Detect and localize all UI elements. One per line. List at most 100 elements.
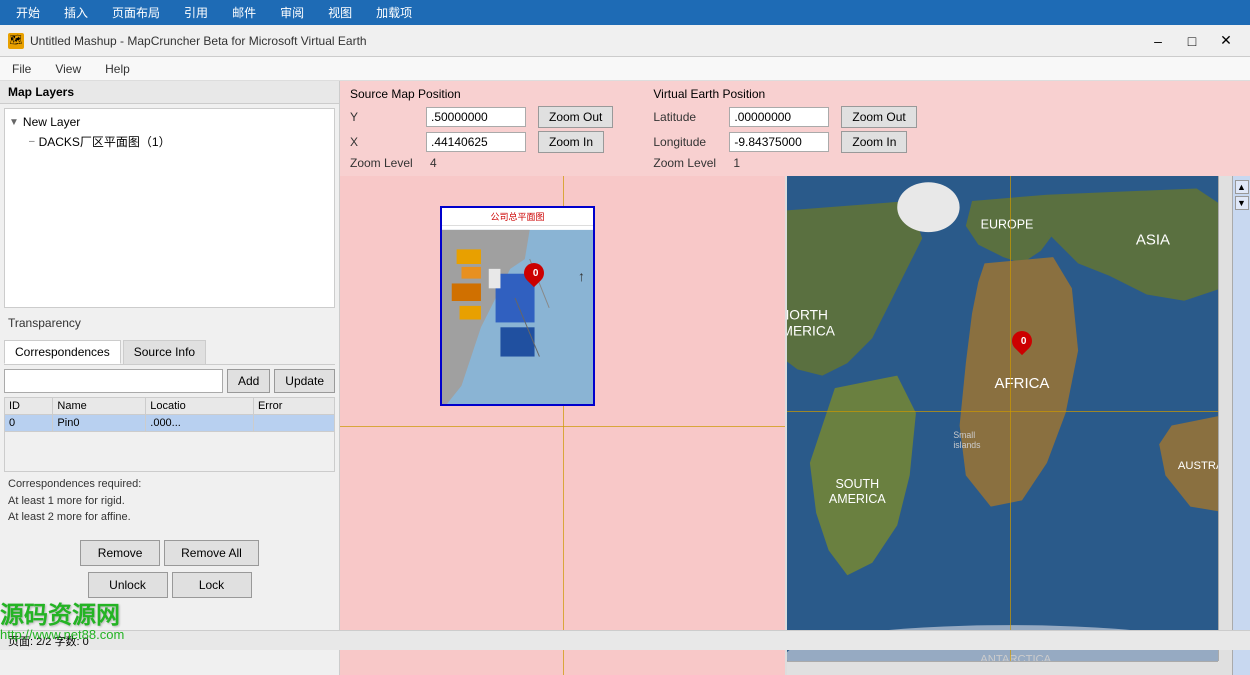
unlock-button[interactable]: Unlock — [88, 572, 168, 598]
right-sidebar: ▲ ▼ — [1232, 176, 1250, 675]
arrow-indicator: ↑ — [578, 268, 585, 284]
source-x-input[interactable] — [426, 132, 526, 152]
layers-tree[interactable]: ▼ New Layer – DACKS厂区平面图（1） — [4, 108, 335, 308]
lat-input[interactable] — [729, 107, 829, 127]
map-thumbnail[interactable]: 公司总平面图 — [440, 206, 595, 406]
virtual-zoom-in[interactable]: Zoom In — [841, 131, 907, 153]
ribbon-tab-view[interactable]: 视图 — [320, 2, 360, 23]
right-btn-2[interactable]: ▼ — [1235, 196, 1249, 210]
svg-text:NORTH: NORTH — [787, 307, 828, 322]
virtual-zoom-out[interactable]: Zoom Out — [841, 106, 916, 128]
app-icon: 🗺 — [8, 33, 24, 49]
scroll-horizontal[interactable] — [787, 661, 1218, 675]
correspondence-input[interactable] — [4, 369, 223, 393]
map-views: 公司总平面图 — [340, 176, 1250, 675]
virtual-earth-view[interactable]: NORTH AMERICA SOUTH AMERICA EUROPE AFRIC… — [787, 176, 1232, 675]
tab-bar: Correspondences Source Info — [4, 340, 335, 365]
lock-buttons: Unlock Lock — [0, 572, 339, 604]
svg-text:AMERICA: AMERICA — [829, 492, 886, 506]
ribbon-tab-addon[interactable]: 加载项 — [368, 2, 420, 23]
status-text: 页面: 2/2 字数: 0 — [8, 633, 89, 649]
update-button[interactable]: Update — [274, 369, 335, 393]
cell-name: Pin0 — [53, 415, 146, 432]
table-row[interactable]: 0 Pin0 .000... — [5, 415, 335, 432]
col-location: Locatio — [146, 398, 254, 415]
main-layout: Map Layers ▼ New Layer – DACKS厂区平面图（1） T… — [0, 81, 1250, 675]
window-controls: – □ ✕ — [1142, 29, 1242, 53]
bottom-buttons: Remove Remove All — [0, 534, 339, 572]
title-bar: 🗺 Untitled Mashup - MapCruncher Beta for… — [0, 25, 1250, 57]
scroll-corner — [1218, 661, 1232, 675]
source-x-label: X — [350, 135, 420, 149]
tree-label-new-layer: New Layer — [23, 115, 80, 129]
svg-text:AFRICA: AFRICA — [995, 375, 1050, 392]
tree-leaf-icon: – — [29, 136, 35, 147]
col-name: Name — [53, 398, 146, 415]
virtual-zoom-level: 1 — [733, 156, 740, 170]
menu-file[interactable]: File — [8, 60, 35, 78]
right-btn-1[interactable]: ▲ — [1235, 180, 1249, 194]
table-row-empty — [5, 432, 335, 472]
remove-all-button[interactable]: Remove All — [164, 540, 259, 566]
tree-item-new-layer[interactable]: ▼ New Layer — [9, 113, 330, 131]
svg-text:AMERICA: AMERICA — [787, 324, 836, 339]
tab-source-info[interactable]: Source Info — [123, 340, 206, 364]
source-y-label: Y — [350, 110, 420, 124]
lock-button[interactable]: Lock — [172, 572, 252, 598]
svg-text:SOUTH: SOUTH — [835, 477, 879, 491]
menu-bar: File View Help — [0, 57, 1250, 81]
window-title: Untitled Mashup - MapCruncher Beta for M… — [30, 34, 367, 48]
menu-view[interactable]: View — [51, 60, 85, 78]
status-bar: 页面: 2/2 字数: 0 — [0, 630, 1250, 650]
map-layers-header: Map Layers — [0, 81, 339, 104]
corr-affine-line: At least 2 more for affine. — [8, 511, 131, 523]
corr-required-line1: Correspondences required: — [8, 478, 141, 490]
map-area: Source Map Position Y Zoom Out X Zoom In… — [340, 81, 1250, 675]
add-button[interactable]: Add — [227, 369, 270, 393]
left-panel: Map Layers ▼ New Layer – DACKS厂区平面图（1） T… — [0, 81, 340, 675]
tree-label-map: DACKS厂区平面图（1） — [39, 133, 171, 150]
source-map-info: Source Map Position Y Zoom Out X Zoom In… — [350, 87, 613, 170]
lon-input[interactable] — [729, 132, 829, 152]
close-button[interactable]: ✕ — [1210, 29, 1242, 53]
maximize-button[interactable]: □ — [1176, 29, 1208, 53]
svg-text:Small: Small — [953, 430, 975, 440]
tab-correspondences[interactable]: Correspondences — [4, 340, 121, 364]
svg-text:EUROPE: EUROPE — [981, 217, 1034, 231]
correspondences-table: ID Name Locatio Error 0 Pin0 .000... — [4, 397, 335, 472]
ribbon-tab-review[interactable]: 审阅 — [272, 2, 312, 23]
svg-text:ASIA: ASIA — [1136, 232, 1170, 249]
cell-location: .000... — [146, 415, 254, 432]
svg-text:islands: islands — [953, 440, 981, 450]
virtual-earth-info: Virtual Earth Position Latitude Zoom Out… — [653, 87, 916, 170]
correspondence-info: Correspondences required: At least 1 mor… — [4, 472, 335, 530]
col-error: Error — [253, 398, 334, 415]
ribbon-tab-layout[interactable]: 页面布局 — [104, 2, 168, 23]
source-map-view[interactable]: 公司总平面图 — [340, 176, 787, 675]
scroll-vertical[interactable] — [1218, 176, 1232, 661]
minimize-button[interactable]: – — [1142, 29, 1174, 53]
map-top-bar: Source Map Position Y Zoom Out X Zoom In… — [340, 81, 1250, 176]
office-ribbon: 开始 插入 页面布局 引用 邮件 审阅 视图 加载项 — [0, 0, 1250, 25]
source-zoom-level: 4 — [430, 156, 437, 170]
tree-item-map[interactable]: – DACKS厂区平面图（1） — [9, 131, 330, 152]
transparency-label: Transparency — [8, 316, 331, 330]
virtual-earth-title: Virtual Earth Position — [653, 87, 916, 101]
virtual-zoom-label: Zoom Level — [653, 156, 723, 170]
remove-button[interactable]: Remove — [80, 540, 160, 566]
col-id: ID — [5, 398, 53, 415]
ribbon-tab-mail[interactable]: 邮件 — [224, 2, 264, 23]
ribbon-tab-begin[interactable]: 开始 — [8, 2, 48, 23]
ribbon-tab-insert[interactable]: 插入 — [56, 2, 96, 23]
source-y-input[interactable] — [426, 107, 526, 127]
correspondences-content: Add Update ID Name Locatio Error — [0, 365, 339, 534]
menu-help[interactable]: Help — [101, 60, 134, 78]
world-map-container: NORTH AMERICA SOUTH AMERICA EUROPE AFRIC… — [787, 176, 1232, 675]
transparency-section: Transparency — [0, 312, 339, 336]
ribbon-tab-ref[interactable]: 引用 — [176, 2, 216, 23]
source-zoom-in[interactable]: Zoom In — [538, 131, 604, 153]
cell-error — [253, 415, 334, 432]
map-svg — [442, 222, 593, 404]
source-zoom-out[interactable]: Zoom Out — [538, 106, 613, 128]
pin-0-source: 0 — [524, 263, 544, 283]
